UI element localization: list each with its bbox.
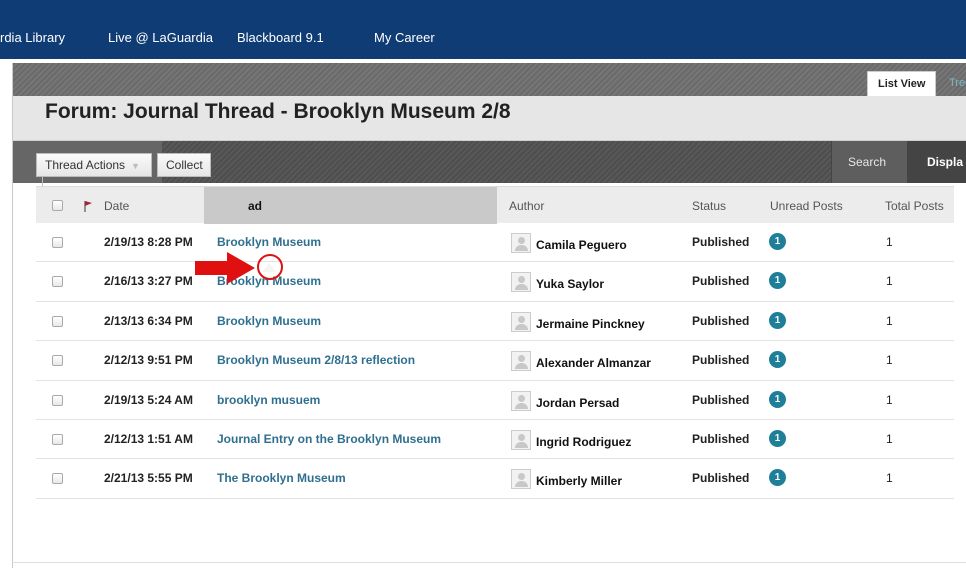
row-total-posts: 1 xyxy=(886,235,893,249)
row-date: 2/21/13 5:55 PM xyxy=(104,471,193,486)
top-navigation-bar: rdia Library Live @ LaGuardia Blackboard… xyxy=(0,0,966,59)
column-date[interactable]: Date xyxy=(104,187,129,224)
tree-view-tab[interactable]: Tree xyxy=(939,71,966,96)
unread-badge[interactable]: 1 xyxy=(769,390,786,408)
list-view-tab[interactable]: List View xyxy=(867,71,937,102)
row-status: Published xyxy=(692,353,750,368)
thread-link[interactable]: Brooklyn Museum xyxy=(217,235,321,249)
divider xyxy=(42,177,43,186)
row-date: 2/16/13 3:27 PM xyxy=(104,274,193,289)
avatar-icon xyxy=(511,233,531,253)
select-all-checkbox[interactable] xyxy=(52,200,63,211)
row-author: Kimberly Miller xyxy=(536,474,623,489)
row-total-posts: 1 xyxy=(886,392,893,407)
row-total-posts: 1 xyxy=(886,274,893,289)
unread-badge[interactable]: 1 xyxy=(769,351,786,369)
table-row: 2/19/13 8:28 PM Brooklyn Museum Camila P… xyxy=(36,223,954,263)
table-row: 2/12/13 9:51 PM Brooklyn Museum 2/8/13 r… xyxy=(36,341,954,381)
row-author: Jordan Persad xyxy=(536,395,620,410)
nav-link-live-laguardia[interactable]: Live @ LaGuardia xyxy=(108,30,213,45)
table-row: 2/16/13 3:27 PM Brooklyn Museum Yuka Say… xyxy=(36,262,954,302)
avatar-icon xyxy=(511,311,531,332)
row-status: Published xyxy=(692,392,750,407)
row-status: Published xyxy=(692,471,750,486)
row-status: Published xyxy=(692,313,750,328)
avatar-icon xyxy=(511,351,531,372)
avatar-icon xyxy=(511,469,531,490)
row-status: Published xyxy=(692,431,750,446)
flag-icon[interactable] xyxy=(83,199,93,217)
unread-badge[interactable]: 1 xyxy=(769,311,786,329)
table-row: 2/19/13 5:24 AM brooklyn musuem Jordan P… xyxy=(36,381,954,420)
thread-link[interactable]: Brooklyn Museum 2/8/13 reflection xyxy=(217,353,415,367)
row-date: 2/12/13 1:51 AM xyxy=(104,431,193,446)
divider xyxy=(12,562,966,563)
row-checkbox[interactable] xyxy=(52,355,63,367)
chevron-down-icon: ▼ xyxy=(131,161,140,171)
display-button[interactable]: Displa xyxy=(907,141,966,183)
page-title-bar: Forum: Journal Thread - Brooklyn Museum … xyxy=(13,96,966,141)
row-date: 2/19/13 8:28 PM xyxy=(104,235,193,249)
row-author: Ingrid Rodriguez xyxy=(536,434,632,449)
row-checkbox[interactable] xyxy=(52,433,63,445)
row-checkbox[interactable] xyxy=(52,276,63,288)
column-status[interactable]: Status xyxy=(692,187,726,224)
table-header: Date ad Author Status Unread Posts Total… xyxy=(36,186,954,224)
column-author[interactable]: Author xyxy=(509,187,544,224)
threads-table: Date ad Author Status Unread Posts Total… xyxy=(36,186,954,499)
row-checkbox[interactable] xyxy=(52,315,63,327)
avatar-icon xyxy=(511,272,531,293)
row-date: 2/19/13 5:24 AM xyxy=(104,392,193,407)
row-date: 2/13/13 6:34 PM xyxy=(104,313,193,328)
thread-link[interactable]: Journal Entry on the Brooklyn Museum xyxy=(217,432,441,446)
row-checkbox[interactable] xyxy=(52,394,63,406)
row-total-posts: 1 xyxy=(886,471,893,486)
row-status: Published xyxy=(692,235,750,249)
row-total-posts: 1 xyxy=(886,313,893,328)
annotation-circle xyxy=(257,254,283,280)
row-date: 2/12/13 9:51 PM xyxy=(104,353,193,368)
page-title: Forum: Journal Thread - Brooklyn Museum … xyxy=(45,100,511,123)
thread-actions-label: Thread Actions xyxy=(45,158,126,172)
row-author: Jermaine Pinckney xyxy=(536,316,645,331)
collect-button[interactable]: Collect xyxy=(157,153,211,177)
unread-badge[interactable]: 1 xyxy=(769,272,786,290)
column-total-posts[interactable]: Total Posts xyxy=(885,187,944,224)
unread-badge[interactable]: 1 xyxy=(769,429,786,447)
table-row: 2/13/13 6:34 PM Brooklyn Museum Jermaine… xyxy=(36,302,954,342)
row-status: Published xyxy=(692,274,750,289)
thread-actions-button[interactable]: Thread Actions ▼ xyxy=(36,153,152,177)
column-thread[interactable]: ad xyxy=(204,187,497,224)
row-author: Camila Peguero xyxy=(536,238,627,252)
row-checkbox[interactable] xyxy=(52,237,63,248)
nav-link-blackboard[interactable]: Blackboard 9.1 xyxy=(237,30,324,45)
header-stripe xyxy=(13,63,966,96)
nav-link-my-career[interactable]: My Career xyxy=(374,30,435,45)
unread-badge[interactable]: 1 xyxy=(769,469,786,487)
column-unread-posts[interactable]: Unread Posts xyxy=(770,187,843,224)
thread-link[interactable]: brooklyn musuem xyxy=(217,393,320,407)
action-bar: Create Thread Search Displa xyxy=(13,141,966,183)
row-checkbox[interactable] xyxy=(52,473,63,485)
thread-link[interactable]: The Brooklyn Museum xyxy=(217,471,346,485)
nav-link-library[interactable]: rdia Library xyxy=(0,30,65,45)
red-arrow-annotation xyxy=(193,251,257,290)
row-author: Alexander Almanzar xyxy=(536,356,651,371)
row-author: Yuka Saylor xyxy=(536,277,605,292)
thread-link[interactable]: Brooklyn Museum xyxy=(217,314,321,328)
table-row: 2/12/13 1:51 AM Journal Entry on the Bro… xyxy=(36,420,954,460)
row-total-posts: 1 xyxy=(886,431,893,446)
table-row: 2/21/13 5:55 PM The Brooklyn Museum Kimb… xyxy=(36,459,954,499)
avatar-icon xyxy=(511,390,531,411)
row-total-posts: 1 xyxy=(886,353,893,368)
unread-badge[interactable]: 1 xyxy=(769,233,786,250)
search-button[interactable]: Search xyxy=(831,141,907,183)
avatar-icon xyxy=(511,429,531,450)
